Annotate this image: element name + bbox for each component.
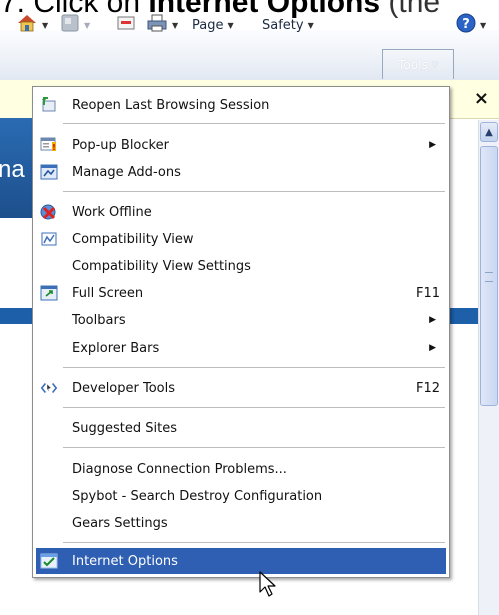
menu-item-label: Work Offline bbox=[72, 204, 152, 220]
reopen-session-icon bbox=[40, 96, 58, 114]
help-icon: ? bbox=[456, 13, 476, 37]
instruction-suffix: (the bbox=[380, 0, 441, 19]
menu-separator bbox=[63, 542, 445, 543]
help-button[interactable]: ? ▼ bbox=[456, 12, 486, 38]
mouse-cursor-icon bbox=[258, 570, 278, 598]
menu-item-label: Compatibility View Settings bbox=[72, 258, 251, 274]
print-icon bbox=[146, 13, 168, 37]
home-button[interactable]: ▼ bbox=[16, 12, 48, 38]
tools-menu-button[interactable]: Tools ▼ bbox=[382, 49, 454, 79]
menu-item-label: Explorer Bars bbox=[72, 340, 160, 356]
menu-item-developer-tools[interactable]: Developer Tools F12 bbox=[36, 375, 446, 401]
menu-item-label: Compatibility View bbox=[72, 231, 194, 247]
menu-item-reopen-last-browsing-session[interactable]: Reopen Last Browsing Session bbox=[36, 92, 446, 118]
menu-separator bbox=[63, 367, 445, 368]
menu-item-gears-settings[interactable]: Gears Settings bbox=[36, 510, 446, 536]
feeds-button[interactable]: ▼ bbox=[60, 12, 90, 38]
menu-item-label: Internet Options bbox=[72, 553, 178, 569]
chevron-down-icon: ▼ bbox=[172, 20, 179, 30]
menu-item-label: Gears Settings bbox=[72, 515, 168, 531]
vertical-scrollbar[interactable]: ▲ bbox=[478, 120, 499, 615]
menu-item-suggested-sites[interactable]: Suggested Sites bbox=[36, 415, 446, 441]
menu-item-label: Pop-up Blocker bbox=[72, 137, 169, 153]
developer-tools-icon bbox=[40, 379, 58, 397]
svg-text:!: ! bbox=[52, 143, 56, 152]
menu-separator bbox=[63, 447, 445, 448]
page-menu-button[interactable]: Page ▼ bbox=[192, 12, 234, 38]
menu-item-label: Developer Tools bbox=[72, 380, 176, 396]
chevron-down-icon: ▼ bbox=[227, 20, 234, 30]
menu-item-popup-blocker[interactable]: ! Pop-up Blocker ▶ bbox=[36, 132, 446, 158]
menu-item-label: Diagnose Connection Problems... bbox=[72, 461, 287, 477]
page-menu-label: Page bbox=[192, 17, 224, 33]
menu-separator bbox=[63, 191, 445, 192]
menu-item-label: Full Screen bbox=[72, 285, 144, 301]
chevron-down-icon: ▼ bbox=[84, 20, 91, 30]
home-icon bbox=[16, 13, 38, 37]
work-offline-icon bbox=[40, 203, 58, 221]
addons-icon bbox=[40, 163, 58, 181]
chevron-up-icon: ▲ bbox=[485, 126, 493, 138]
menu-item-shortcut: F12 bbox=[416, 380, 441, 396]
menu-item-shortcut: F11 bbox=[416, 285, 441, 301]
mail-icon bbox=[116, 15, 136, 35]
compatibility-view-icon bbox=[40, 230, 58, 248]
menu-item-label: Suggested Sites bbox=[72, 420, 177, 436]
menu-separator bbox=[63, 407, 445, 408]
tools-menu-label: Tools bbox=[398, 57, 428, 72]
submenu-arrow-icon: ▶ bbox=[429, 315, 436, 325]
mail-button[interactable] bbox=[116, 12, 136, 38]
menu-item-full-screen[interactable]: Full Screen F11 bbox=[36, 280, 446, 306]
submenu-arrow-icon: ▶ bbox=[429, 343, 436, 353]
chevron-down-icon: ▼ bbox=[42, 20, 49, 30]
scroll-up-button[interactable]: ▲ bbox=[480, 122, 498, 142]
menu-separator bbox=[63, 123, 445, 124]
full-screen-icon bbox=[40, 284, 58, 302]
menu-item-label: Manage Add-ons bbox=[72, 164, 181, 180]
menu-item-manage-add-ons[interactable]: Manage Add-ons bbox=[36, 159, 446, 185]
menu-item-label: Toolbars bbox=[72, 312, 126, 328]
print-button[interactable]: ▼ bbox=[146, 12, 178, 38]
menu-item-work-offline[interactable]: Work Offline bbox=[36, 199, 446, 225]
popup-blocker-icon: ! bbox=[40, 136, 58, 154]
menu-item-label: Reopen Last Browsing Session bbox=[72, 97, 270, 113]
feeds-icon bbox=[60, 13, 80, 37]
menu-item-compatibility-view[interactable]: Compatibility View bbox=[36, 226, 446, 252]
scroll-thumb[interactable] bbox=[480, 146, 498, 406]
safety-menu-label: Safety bbox=[262, 17, 304, 33]
menu-item-spybot-configuration[interactable]: Spybot - Search Destroy Configuration bbox=[36, 483, 446, 509]
menu-item-diagnose-connection-problems[interactable]: Diagnose Connection Problems... bbox=[36, 456, 446, 482]
internet-options-icon bbox=[40, 552, 58, 570]
tools-menu: Reopen Last Browsing Session ! Pop-up Bl… bbox=[32, 86, 450, 578]
grip-icon bbox=[485, 272, 493, 282]
svg-text:?: ? bbox=[462, 17, 470, 32]
menu-item-label: Spybot - Search Destroy Configuration bbox=[72, 488, 323, 504]
menu-item-compatibility-view-settings[interactable]: Compatibility View Settings bbox=[36, 253, 446, 279]
infobar-close-button[interactable]: × bbox=[474, 88, 489, 109]
chevron-down-icon: ▼ bbox=[431, 60, 438, 69]
safety-menu-button[interactable]: Safety ▼ bbox=[262, 12, 314, 38]
menu-item-internet-options[interactable]: Internet Options bbox=[36, 548, 446, 574]
chevron-down-icon: ▼ bbox=[307, 20, 314, 30]
chevron-down-icon: ▼ bbox=[480, 20, 487, 30]
menu-item-explorer-bars[interactable]: Explorer Bars ▶ bbox=[36, 335, 446, 361]
submenu-arrow-icon: ▶ bbox=[429, 140, 436, 150]
page-banner-text: na bbox=[0, 156, 25, 183]
menu-item-toolbars[interactable]: Toolbars ▶ bbox=[36, 307, 446, 333]
